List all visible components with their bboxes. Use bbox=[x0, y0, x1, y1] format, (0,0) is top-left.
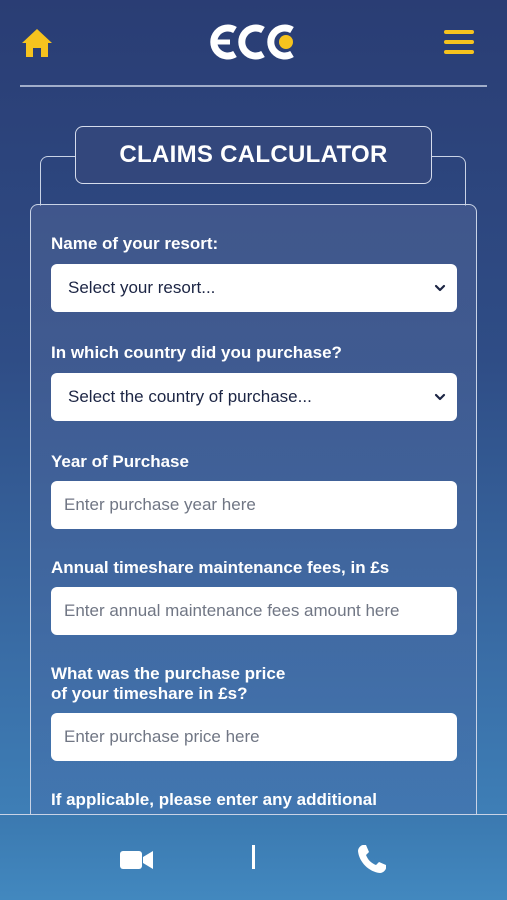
footer-separator bbox=[252, 845, 255, 869]
resort-label: Name of your resort: bbox=[51, 234, 219, 253]
chevron-down-icon bbox=[434, 393, 446, 401]
title-bracket-left bbox=[40, 156, 78, 206]
top-bar bbox=[0, 0, 507, 86]
price-input-placeholder: Enter purchase price here bbox=[64, 727, 260, 746]
year-input[interactable]: Enter purchase year here bbox=[51, 481, 457, 529]
fees-input[interactable]: Enter annual maintenance fees amount her… bbox=[51, 587, 457, 635]
year-label: Year of Purchase bbox=[51, 452, 189, 471]
country-label: In which country did you purchase? bbox=[51, 343, 342, 362]
title-bracket-right bbox=[430, 156, 466, 206]
country-select-value: Select the country of purchase... bbox=[68, 387, 312, 406]
price-label-line2: of your timeshare in £s? bbox=[51, 684, 248, 703]
price-label: What was the purchase price of your time… bbox=[51, 664, 285, 704]
bottom-bar bbox=[0, 814, 507, 900]
ecc-logo bbox=[210, 24, 294, 60]
fees-input-placeholder: Enter annual maintenance fees amount her… bbox=[64, 601, 400, 620]
price-input[interactable]: Enter purchase price here bbox=[51, 713, 457, 761]
hamburger-icon[interactable] bbox=[444, 30, 474, 56]
chevron-down-icon bbox=[434, 284, 446, 292]
home-icon[interactable] bbox=[20, 26, 54, 60]
page-title: CLAIMS CALCULATOR bbox=[75, 126, 432, 184]
resort-select-value: Select your resort... bbox=[68, 278, 216, 297]
price-label-line1: What was the purchase price bbox=[51, 664, 286, 683]
country-select[interactable]: Select the country of purchase... bbox=[51, 373, 457, 421]
video-camera-icon[interactable] bbox=[120, 849, 154, 871]
additional-label: If applicable, please enter any addition… bbox=[51, 790, 377, 809]
phone-icon[interactable] bbox=[356, 843, 388, 875]
header-divider bbox=[20, 85, 487, 87]
year-input-placeholder: Enter purchase year here bbox=[64, 495, 256, 514]
resort-select[interactable]: Select your resort... bbox=[51, 264, 457, 312]
fees-label: Annual timeshare maintenance fees, in £s bbox=[51, 558, 390, 577]
